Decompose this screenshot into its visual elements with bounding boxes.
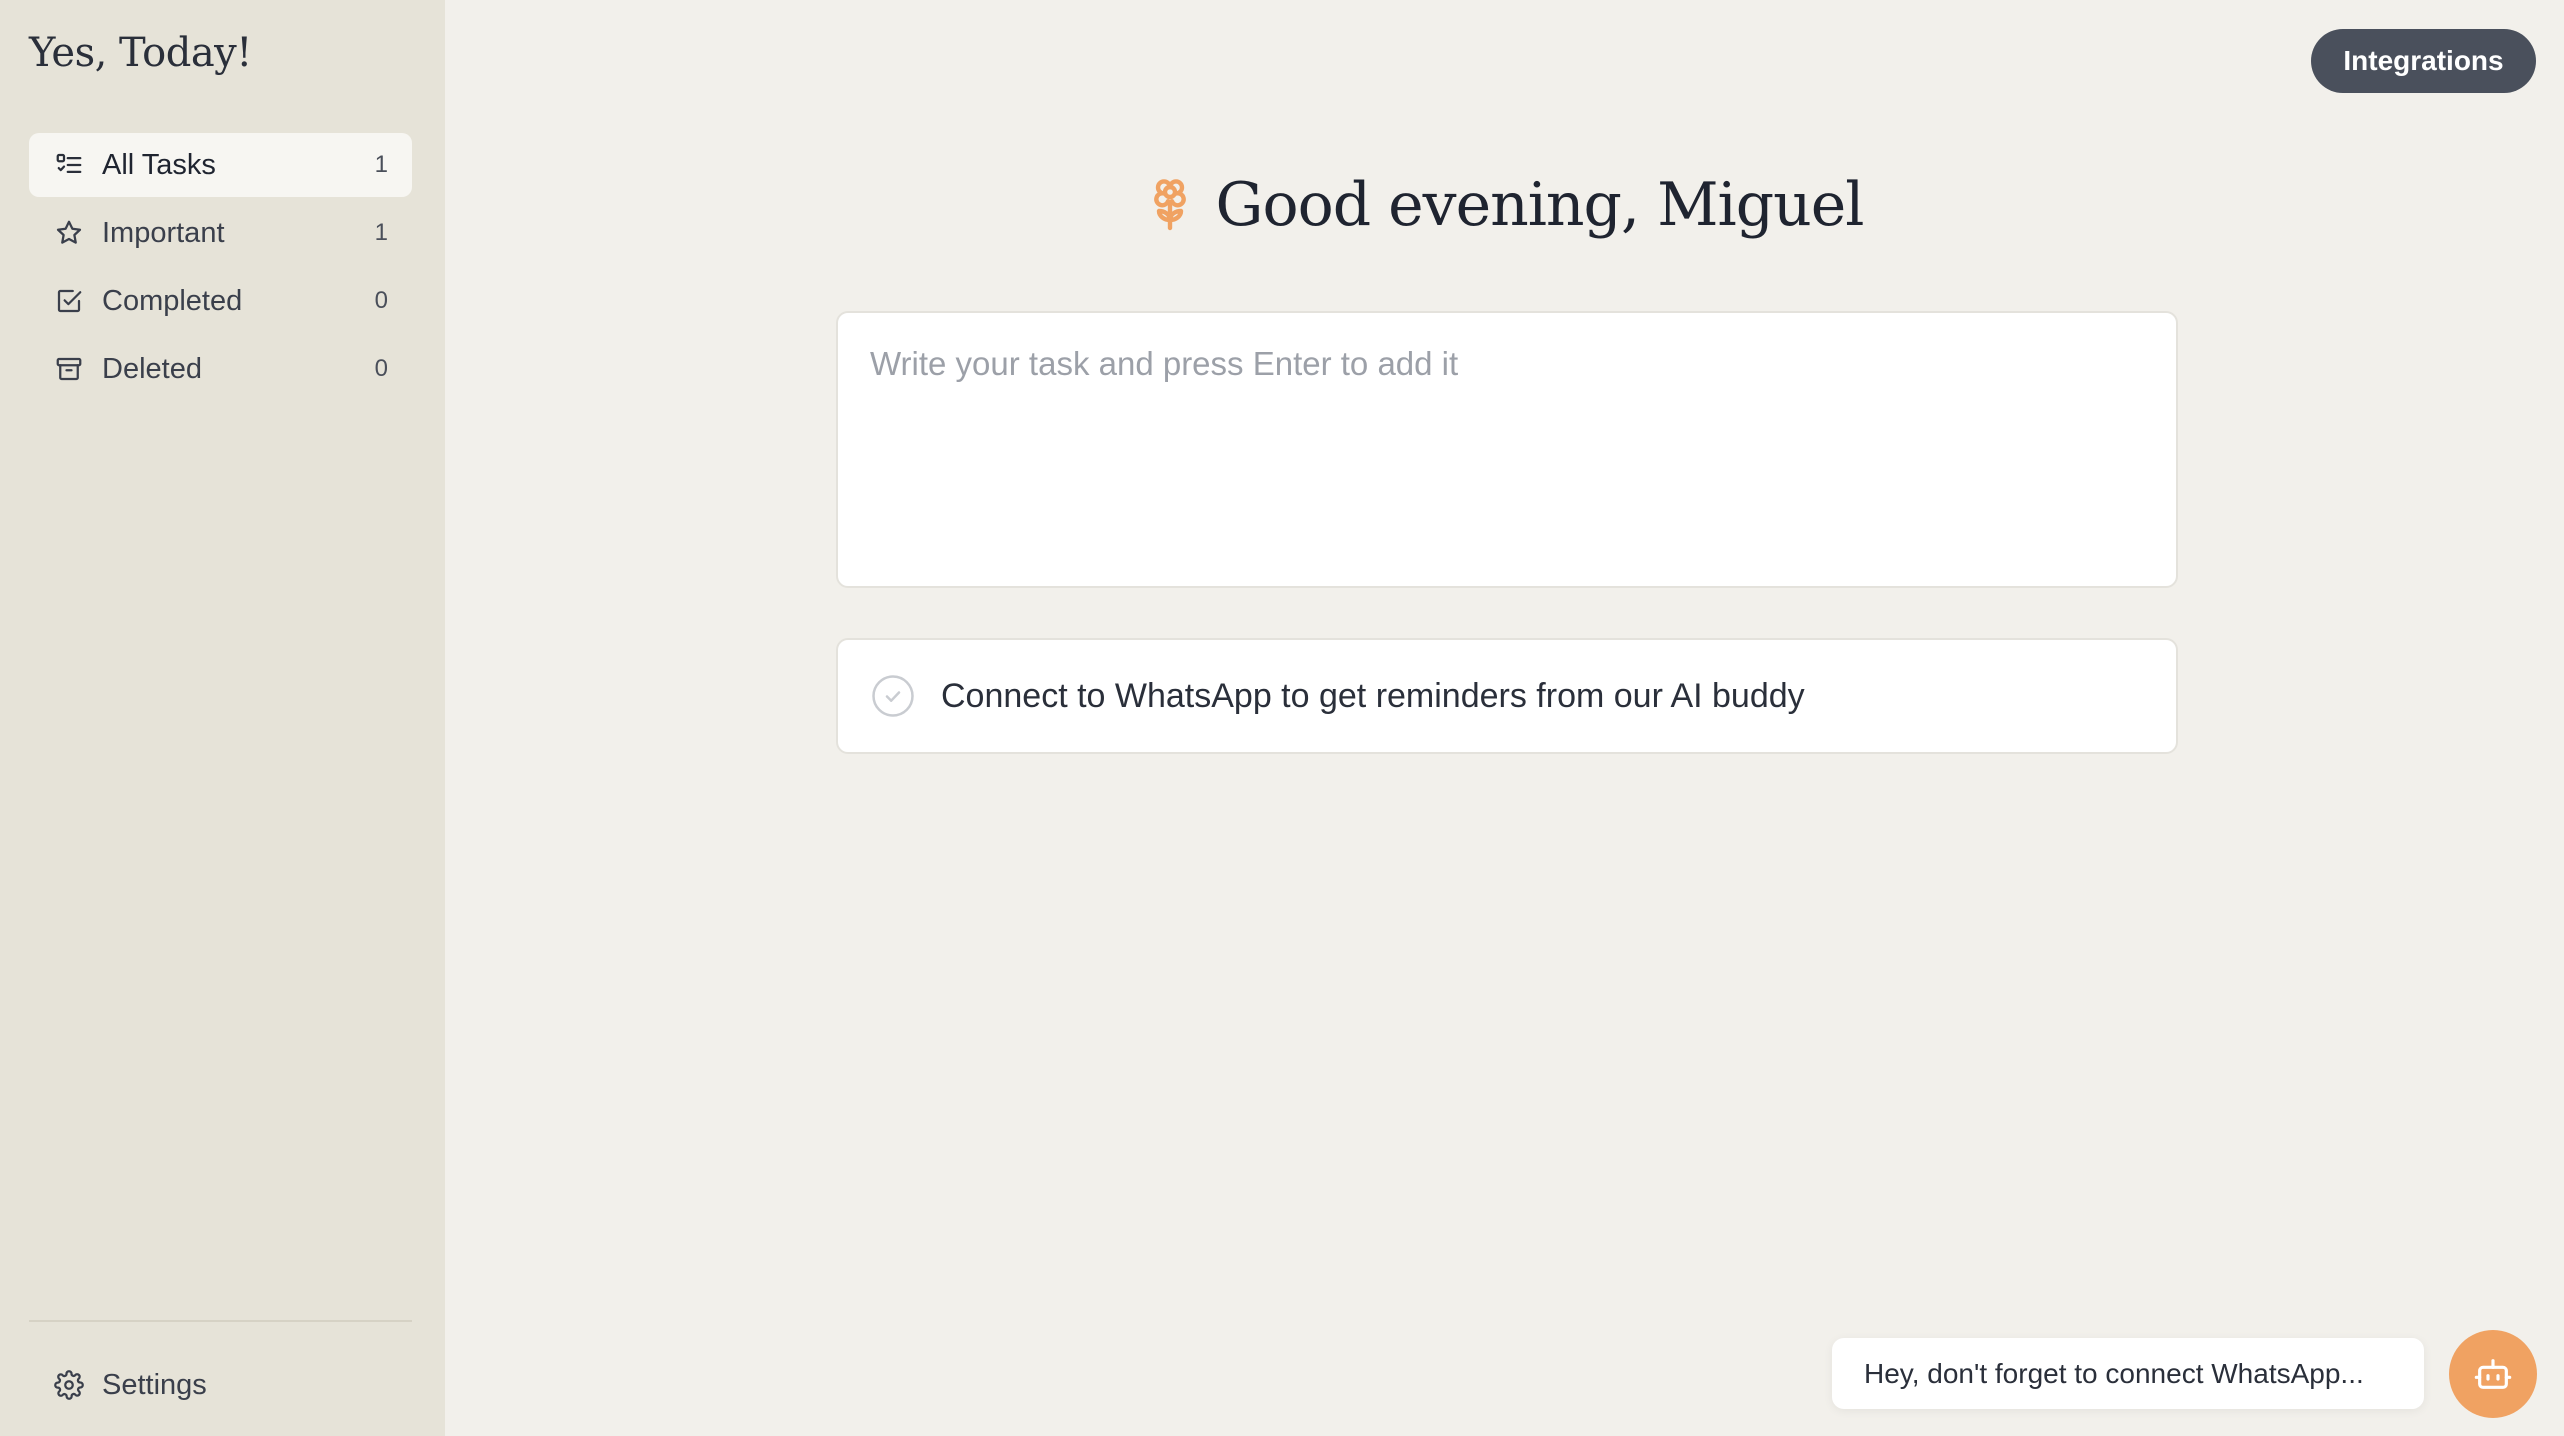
- sidebar-item-label: All Tasks: [102, 148, 216, 181]
- sidebar-item-label: Completed: [102, 284, 243, 317]
- sidebar-nav: All Tasks 1 Important 1 Completed 0 Dele…: [29, 133, 412, 405]
- sidebar-divider: [29, 1320, 412, 1322]
- sidebar-item-completed[interactable]: Completed 0: [29, 269, 412, 333]
- list-check-icon: [54, 150, 84, 180]
- task-input[interactable]: [838, 313, 2176, 586]
- app-title: Yes, Today!: [29, 30, 252, 76]
- sidebar-item-count: 1: [374, 219, 388, 246]
- sidebar-item-label: Important: [102, 216, 225, 249]
- sidebar-item-count: 1: [374, 151, 388, 178]
- sidebar-item-count: 0: [374, 287, 388, 314]
- chat-toast[interactable]: Hey, don't forget to connect WhatsApp...: [1832, 1338, 2424, 1409]
- task-input-container: [836, 311, 2178, 588]
- bot-button[interactable]: [2449, 1330, 2537, 1418]
- bot-icon: [2473, 1354, 2513, 1394]
- integrations-button[interactable]: Integrations: [2311, 29, 2536, 93]
- sidebar-item-important[interactable]: Important 1: [29, 201, 412, 265]
- gear-icon: [54, 1370, 84, 1400]
- greeting: Good evening, Miguel: [445, 170, 2564, 240]
- settings-button[interactable]: Settings: [29, 1353, 412, 1417]
- sidebar-item-label: Deleted: [102, 352, 202, 385]
- sidebar-item-count: 0: [374, 355, 388, 382]
- task-checkbox-icon[interactable]: [871, 674, 915, 718]
- greeting-text: Good evening, Miguel: [1215, 170, 1865, 240]
- sidebar-item-deleted[interactable]: Deleted 0: [29, 337, 412, 401]
- square-check-icon: [54, 286, 84, 316]
- star-icon: [54, 218, 84, 248]
- settings-label: Settings: [102, 1368, 207, 1401]
- archive-icon: [54, 354, 84, 384]
- sidebar: Yes, Today! All Tasks 1 Important 1 Comp…: [0, 0, 445, 1436]
- task-text: Connect to WhatsApp to get reminders fro…: [941, 676, 1805, 715]
- flower-icon: [1146, 176, 1194, 234]
- sidebar-item-all-tasks[interactable]: All Tasks 1: [29, 133, 412, 197]
- task-item[interactable]: Connect to WhatsApp to get reminders fro…: [836, 638, 2178, 754]
